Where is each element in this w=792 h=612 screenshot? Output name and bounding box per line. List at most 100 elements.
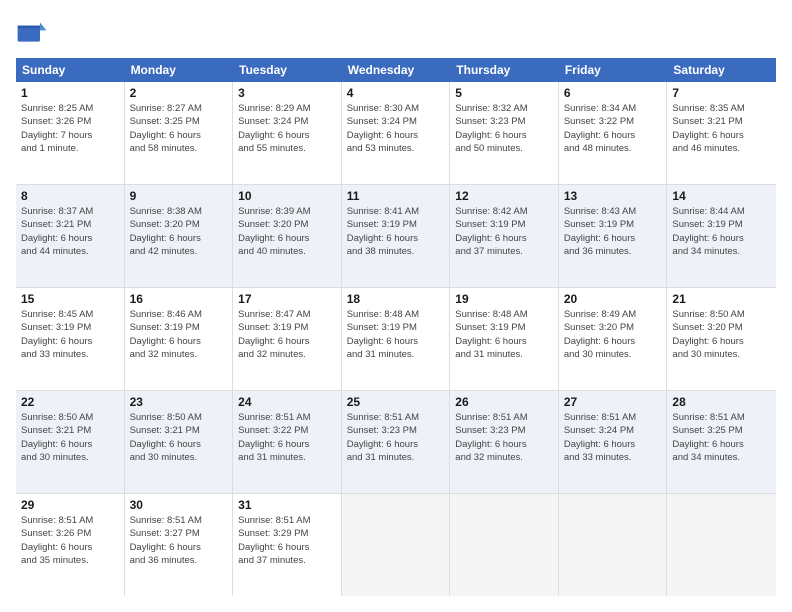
calendar-day-cell: 18 Sunrise: 8:48 AM Sunset: 3:19 PM Dayli…: [342, 288, 451, 390]
day-detail: Sunrise: 8:50 AM Sunset: 3:21 PM Dayligh…: [130, 411, 228, 464]
calendar-day-cell: 31 Sunrise: 8:51 AM Sunset: 3:29 PM Dayli…: [233, 494, 342, 596]
day-number: 20: [564, 292, 662, 306]
day-number: 23: [130, 395, 228, 409]
day-number: 17: [238, 292, 336, 306]
calendar-day-cell: 24Sunrise: 8:51 AM Sunset: 3:22 PM Dayli…: [233, 391, 342, 493]
day-detail: Sunrise: 8:45 AM Sunset: 3:19 PM Dayligh…: [21, 308, 119, 361]
calendar-day-cell: 19 Sunrise: 8:48 AM Sunset: 3:19 PM Dayli…: [450, 288, 559, 390]
day-number: 22: [21, 395, 119, 409]
day-number: 15: [21, 292, 119, 306]
day-detail: Sunrise: 8:48 AM Sunset: 3:19 PM Dayligh…: [347, 308, 445, 361]
calendar-day-cell: 13 Sunrise: 8:43 AM Sunset: 3:19 PM Dayli…: [559, 185, 668, 287]
calendar-day-cell: 22Sunrise: 8:50 AM Sunset: 3:21 PM Dayli…: [16, 391, 125, 493]
day-number: 16: [130, 292, 228, 306]
calendar-day-cell: 23 Sunrise: 8:50 AM Sunset: 3:21 PM Dayli…: [125, 391, 234, 493]
calendar-day-cell: 26Sunrise: 8:51 AM Sunset: 3:23 PM Dayli…: [450, 391, 559, 493]
page-header: [16, 16, 776, 48]
calendar-day-cell: 11Sunrise: 8:41 AM Sunset: 3:19 PM Dayli…: [342, 185, 451, 287]
calendar-day-cell: 29 Sunrise: 8:51 AM Sunset: 3:26 PM Dayli…: [16, 494, 125, 596]
day-detail: Sunrise: 8:46 AM Sunset: 3:19 PM Dayligh…: [130, 308, 228, 361]
day-detail: Sunrise: 8:51 AM Sunset: 3:24 PM Dayligh…: [564, 411, 662, 464]
calendar-day-cell: 28 Sunrise: 8:51 AM Sunset: 3:25 PM Dayli…: [667, 391, 776, 493]
day-detail: Sunrise: 8:48 AM Sunset: 3:19 PM Dayligh…: [455, 308, 553, 361]
day-detail: Sunrise: 8:42 AM Sunset: 3:19 PM Dayligh…: [455, 205, 553, 258]
day-detail: Sunrise: 8:25 AM Sunset: 3:26 PM Dayligh…: [21, 102, 119, 155]
calendar-header-cell: Friday: [559, 58, 668, 82]
logo-icon: [16, 16, 48, 48]
day-detail: Sunrise: 8:27 AM Sunset: 3:25 PM Dayligh…: [130, 102, 228, 155]
day-detail: Sunrise: 8:35 AM Sunset: 3:21 PM Dayligh…: [672, 102, 771, 155]
day-number: 21: [672, 292, 771, 306]
day-number: 13: [564, 189, 662, 203]
day-detail: Sunrise: 8:49 AM Sunset: 3:20 PM Dayligh…: [564, 308, 662, 361]
day-number: 2: [130, 86, 228, 100]
logo: [16, 16, 52, 48]
day-detail: Sunrise: 8:39 AM Sunset: 3:20 PM Dayligh…: [238, 205, 336, 258]
day-number: 4: [347, 86, 445, 100]
calendar-header-cell: Monday: [125, 58, 234, 82]
day-detail: Sunrise: 8:51 AM Sunset: 3:26 PM Dayligh…: [21, 514, 119, 567]
day-detail: Sunrise: 8:51 AM Sunset: 3:23 PM Dayligh…: [347, 411, 445, 464]
calendar-row: 22 Sunrise: 8:50 AM Sunset: 3:21 PM Dayli…: [16, 391, 776, 494]
calendar-day-cell: 16 Sunrise: 8:46 AM Sunset: 3:19 PM Dayli…: [125, 288, 234, 390]
day-number: 14: [672, 189, 771, 203]
calendar-row: 1Sunrise: 8:25 AM Sunset: 3:26 PM Daylig…: [16, 82, 776, 185]
day-number: 31: [238, 498, 336, 512]
calendar-header-cell: Thursday: [450, 58, 559, 82]
calendar-day-cell: 8Sunrise: 8:37 AM Sunset: 3:21 PM Daylig…: [16, 185, 125, 287]
day-number: 3: [238, 86, 336, 100]
day-number: 19: [455, 292, 553, 306]
day-number: 27: [564, 395, 662, 409]
calendar-day-cell: 5 Sunrise: 8:32 AM Sunset: 3:23 PM Daylig…: [450, 82, 559, 184]
day-number: 26: [455, 395, 553, 409]
day-detail: Sunrise: 8:44 AM Sunset: 3:19 PM Dayligh…: [672, 205, 771, 258]
calendar-empty-cell: [450, 494, 559, 596]
calendar-day-cell: 1Sunrise: 8:25 AM Sunset: 3:26 PM Daylig…: [16, 82, 125, 184]
calendar-row: 15 Sunrise: 8:45 AM Sunset: 3:19 PM Dayli…: [16, 288, 776, 391]
day-number: 12: [455, 189, 553, 203]
calendar-day-cell: 3 Sunrise: 8:29 AM Sunset: 3:24 PM Daylig…: [233, 82, 342, 184]
calendar-day-cell: 7 Sunrise: 8:35 AM Sunset: 3:21 PM Daylig…: [667, 82, 776, 184]
day-detail: Sunrise: 8:43 AM Sunset: 3:19 PM Dayligh…: [564, 205, 662, 258]
calendar-day-cell: 30Sunrise: 8:51 AM Sunset: 3:27 PM Dayli…: [125, 494, 234, 596]
calendar-empty-cell: [342, 494, 451, 596]
day-number: 8: [21, 189, 119, 203]
calendar-row: 8Sunrise: 8:37 AM Sunset: 3:21 PM Daylig…: [16, 185, 776, 288]
day-number: 28: [672, 395, 771, 409]
day-number: 25: [347, 395, 445, 409]
calendar-body: 1Sunrise: 8:25 AM Sunset: 3:26 PM Daylig…: [16, 82, 776, 596]
calendar: SundayMondayTuesdayWednesdayThursdayFrid…: [16, 58, 776, 596]
day-detail: Sunrise: 8:38 AM Sunset: 3:20 PM Dayligh…: [130, 205, 228, 258]
day-number: 24: [238, 395, 336, 409]
day-number: 6: [564, 86, 662, 100]
calendar-day-cell: 9 Sunrise: 8:38 AM Sunset: 3:20 PM Daylig…: [125, 185, 234, 287]
calendar-day-cell: 6Sunrise: 8:34 AM Sunset: 3:22 PM Daylig…: [559, 82, 668, 184]
calendar-day-cell: 12 Sunrise: 8:42 AM Sunset: 3:19 PM Dayli…: [450, 185, 559, 287]
day-number: 18: [347, 292, 445, 306]
calendar-day-cell: 27 Sunrise: 8:51 AM Sunset: 3:24 PM Dayli…: [559, 391, 668, 493]
calendar-day-cell: 17 Sunrise: 8:47 AM Sunset: 3:19 PM Dayli…: [233, 288, 342, 390]
calendar-day-cell: 4 Sunrise: 8:30 AM Sunset: 3:24 PM Daylig…: [342, 82, 451, 184]
day-number: 30: [130, 498, 228, 512]
calendar-header: SundayMondayTuesdayWednesdayThursdayFrid…: [16, 58, 776, 82]
calendar-row: 29 Sunrise: 8:51 AM Sunset: 3:26 PM Dayli…: [16, 494, 776, 596]
calendar-header-cell: Sunday: [16, 58, 125, 82]
calendar-day-cell: 20 Sunrise: 8:49 AM Sunset: 3:20 PM Dayli…: [559, 288, 668, 390]
day-number: 29: [21, 498, 119, 512]
calendar-empty-cell: [667, 494, 776, 596]
calendar-day-cell: 10 Sunrise: 8:39 AM Sunset: 3:20 PM Dayli…: [233, 185, 342, 287]
day-detail: Sunrise: 8:51 AM Sunset: 3:25 PM Dayligh…: [672, 411, 771, 464]
day-number: 7: [672, 86, 771, 100]
day-detail: Sunrise: 8:32 AM Sunset: 3:23 PM Dayligh…: [455, 102, 553, 155]
day-number: 9: [130, 189, 228, 203]
day-detail: Sunrise: 8:47 AM Sunset: 3:19 PM Dayligh…: [238, 308, 336, 361]
day-number: 10: [238, 189, 336, 203]
day-detail: Sunrise: 8:29 AM Sunset: 3:24 PM Dayligh…: [238, 102, 336, 155]
day-detail: Sunrise: 8:50 AM Sunset: 3:20 PM Dayligh…: [672, 308, 771, 361]
day-number: 5: [455, 86, 553, 100]
calendar-header-cell: Wednesday: [342, 58, 451, 82]
calendar-header-cell: Saturday: [667, 58, 776, 82]
calendar-day-cell: 15 Sunrise: 8:45 AM Sunset: 3:19 PM Dayli…: [16, 288, 125, 390]
day-detail: Sunrise: 8:30 AM Sunset: 3:24 PM Dayligh…: [347, 102, 445, 155]
day-detail: Sunrise: 8:51 AM Sunset: 3:29 PM Dayligh…: [238, 514, 336, 567]
